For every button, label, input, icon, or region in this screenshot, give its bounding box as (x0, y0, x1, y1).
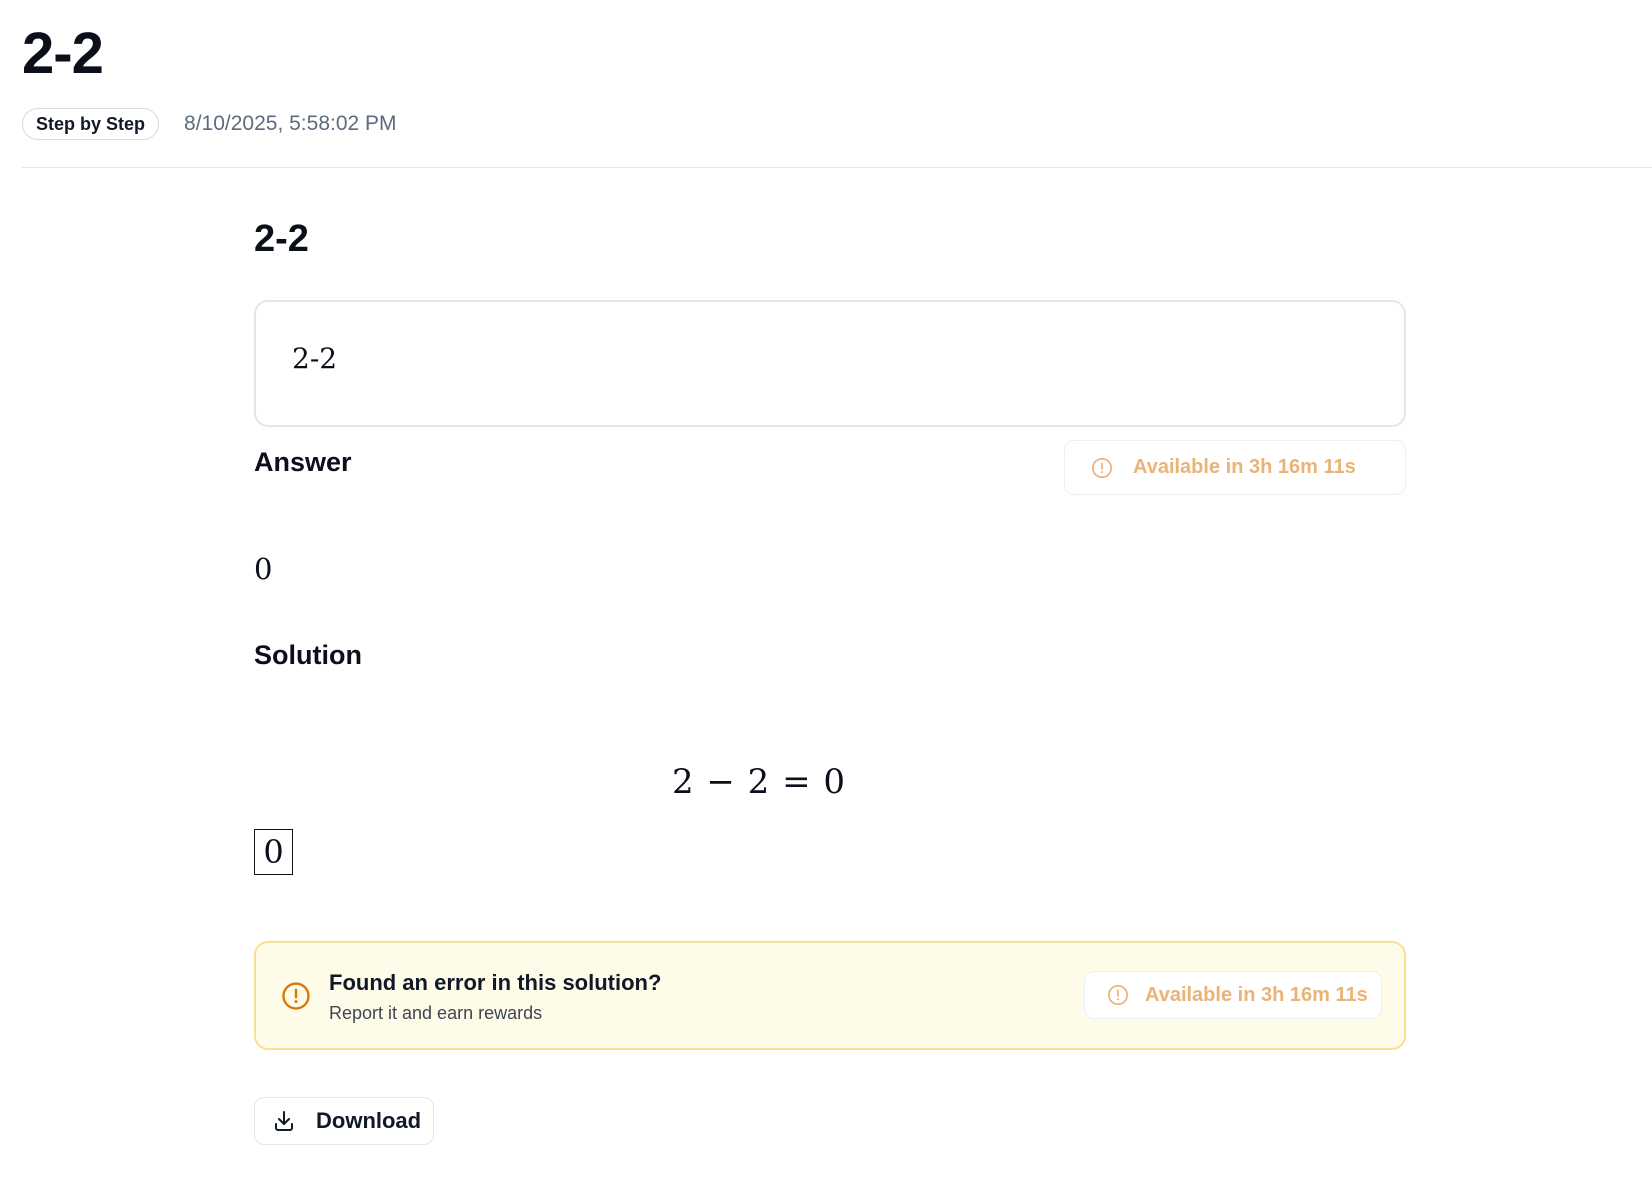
meta-row: Step by Step 8/10/2025, 5:58:02 PM (22, 108, 397, 140)
timestamp: 8/10/2025, 5:58:02 PM (184, 112, 397, 135)
alert-circle-icon (1092, 457, 1112, 478)
mode-badge: Step by Step (22, 108, 160, 140)
answer-title: Answer (254, 447, 352, 477)
report-title: Found an error in this solution? (329, 970, 662, 995)
answer-value: 0 (254, 552, 273, 586)
answer-availability-button[interactable]: Available in 3h 16m 11s (1064, 440, 1406, 495)
report-error-banner: Found an error in this solution? Report … (254, 941, 1406, 1050)
alert-circle-icon (282, 982, 310, 1010)
report-availability-label: Available in 3h 16m 11s (1145, 983, 1368, 1006)
problem-card: 2-2 (254, 300, 1406, 427)
download-label: Download (316, 1108, 422, 1133)
solution-equation: 2 − 2 = 0 (671, 762, 847, 802)
problem-heading: 2-2 (254, 218, 309, 260)
alert-circle-icon (1108, 985, 1128, 1005)
problem-expression: 2-2 (292, 342, 338, 375)
boxed-result: 0 (254, 829, 293, 875)
page-title: 2-2 (22, 21, 104, 86)
download-icon (275, 1111, 293, 1131)
report-subtitle: Report it and earn rewards (329, 1003, 543, 1023)
page-header: 2-2 Step by Step 8/10/2025, 5:58:02 PM (22, 0, 1652, 168)
answer-availability-label: Available in 3h 16m 11s (1133, 456, 1356, 478)
report-availability-button[interactable]: Available in 3h 16m 11s (1084, 971, 1382, 1019)
download-button[interactable]: Download (254, 1097, 434, 1145)
solution-title: Solution (254, 640, 362, 670)
